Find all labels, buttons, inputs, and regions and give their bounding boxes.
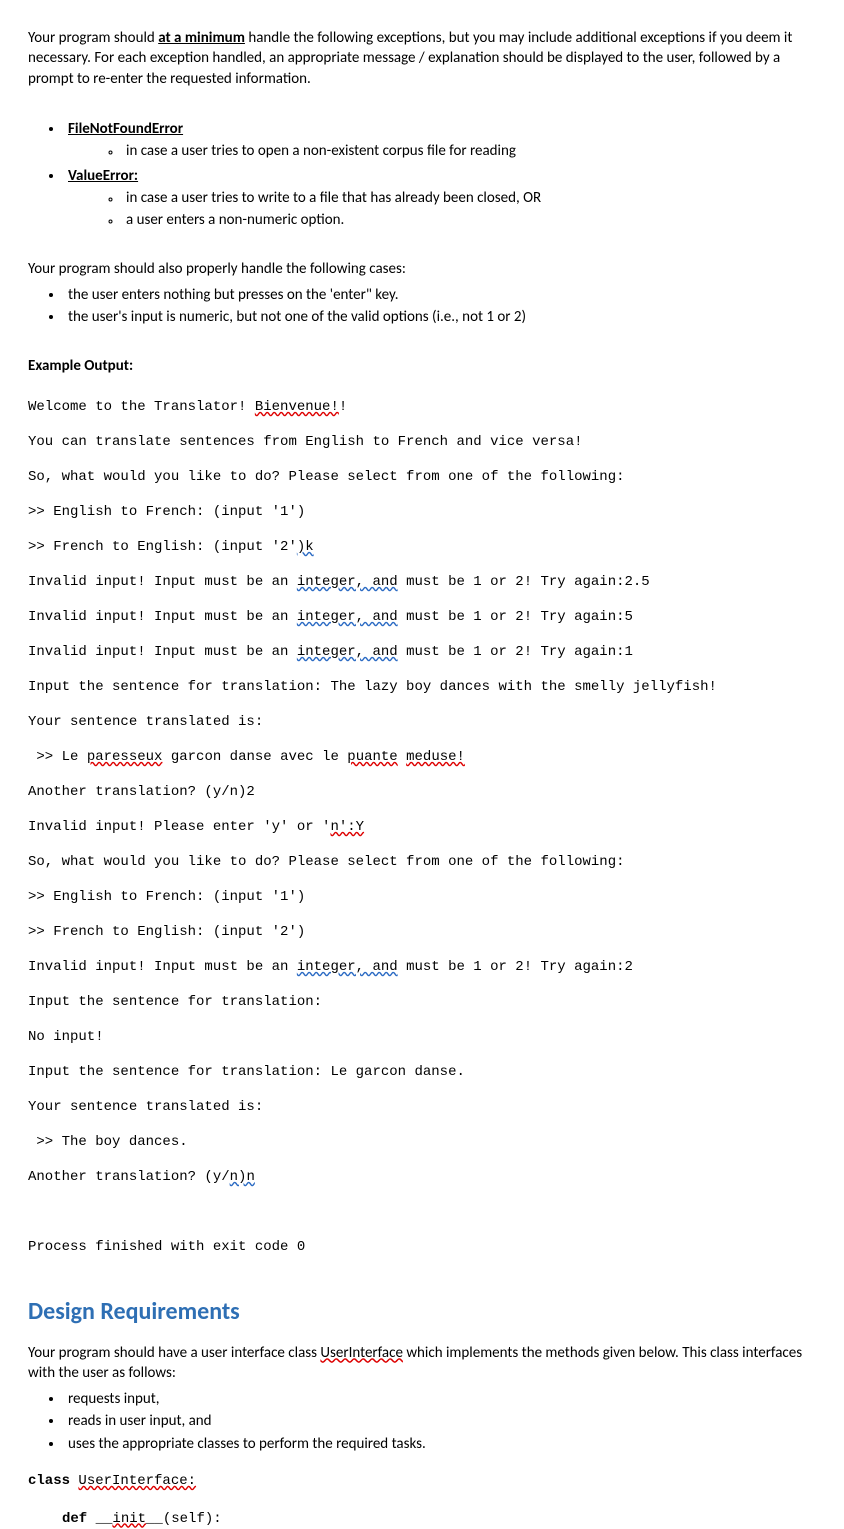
code-block: class UserInterface: def __init__(self): xyxy=(28,1472,816,1529)
out-gram: )k xyxy=(297,539,314,555)
out-line: Welcome to the Translator! xyxy=(28,399,255,415)
document-page: Your program should at a minimum handle … xyxy=(0,0,844,1529)
sub-list: in case a user tries to open a non-exist… xyxy=(68,141,816,161)
handle-lead: Your program should also properly handle… xyxy=(28,259,816,279)
exception-list: FileNotFoundError in case a user tries t… xyxy=(28,119,816,230)
out-line: >> French to English: (input '2' xyxy=(28,539,297,555)
code-classname: UserInterface: xyxy=(78,1473,196,1489)
list-item: the user's input is numeric, but not one… xyxy=(64,307,816,327)
code-line-class: class UserInterface: xyxy=(28,1472,816,1491)
handle-list: the user enters nothing but presses on t… xyxy=(28,285,816,328)
out-line: No input! xyxy=(28,1029,104,1045)
out-line: So, what would you like to do? Please se… xyxy=(28,854,625,870)
sub-list: in case a user tries to write to a file … xyxy=(68,188,816,231)
out-line xyxy=(398,749,406,765)
list-item-text: uses the appropriate classes to perform … xyxy=(68,1435,426,1453)
out-line: must be 1 or 2! Try again:2 xyxy=(398,959,633,975)
intro-paragraph: Your program should at a minimum handle … xyxy=(28,28,816,89)
list-item: in case a user tries to open a non-exist… xyxy=(122,141,816,161)
design-text-pre: Your program should have a user interfac… xyxy=(28,1344,320,1362)
list-item: in case a user tries to write to a file … xyxy=(122,188,816,208)
out-line: Another translation? (y/ xyxy=(28,1169,230,1185)
list-item-text: in case a user tries to write to a file … xyxy=(126,189,541,207)
list-item-text: in case a user tries to open a non-exist… xyxy=(126,142,516,160)
out-line: Invalid input! Input must be an xyxy=(28,609,297,625)
out-gram: integer, and xyxy=(297,644,398,660)
list-item: a user enters a non-numeric option. xyxy=(122,210,816,230)
out-line: Invalid input! Input must be an xyxy=(28,574,297,590)
code-line-def: def __init__(self): xyxy=(28,1510,816,1529)
list-item-text: the user enters nothing but presses on t… xyxy=(68,286,399,304)
list-item: requests input, xyxy=(64,1389,816,1409)
intro-text-pre: Your program should xyxy=(28,29,158,47)
list-item: ValueError: in case a user tries to writ… xyxy=(64,166,816,231)
code-underscore: __ xyxy=(96,1511,113,1527)
out-gram: n)n xyxy=(230,1169,255,1185)
out-line: Invalid input! Input must be an xyxy=(28,644,297,660)
keyword-def: def xyxy=(62,1511,96,1527)
out-line: Process finished with exit code 0 xyxy=(28,1239,305,1255)
example-output-block: Welcome to the Translator! Bienvenue!! Y… xyxy=(28,382,816,1275)
out-line: ! xyxy=(339,399,347,415)
design-list: requests input, reads in user input, and… xyxy=(28,1389,816,1454)
code-init: init xyxy=(112,1511,146,1527)
out-line: >> English to French: (input '1') xyxy=(28,504,305,520)
list-item-text: the user's input is numeric, but not one… xyxy=(68,308,526,326)
example-output-label: Example Output: xyxy=(28,356,816,376)
out-line: >> English to French: (input '1') xyxy=(28,889,305,905)
list-item: FileNotFoundError in case a user tries t… xyxy=(64,119,816,162)
out-line: Input the sentence for translation: Le g… xyxy=(28,1064,465,1080)
list-item: uses the appropriate classes to perform … xyxy=(64,1434,816,1454)
out-line: garcon danse avec le xyxy=(162,749,347,765)
list-item: the user enters nothing but presses on t… xyxy=(64,285,816,305)
exception-name-filenotfound: FileNotFoundError xyxy=(68,120,183,138)
code-params: (self): xyxy=(163,1511,222,1527)
out-line: must be 1 or 2! Try again:1 xyxy=(398,644,633,660)
out-line: Input the sentence for translation: The … xyxy=(28,679,717,695)
out-spell: n':Y xyxy=(330,819,364,835)
out-gram: integer, and xyxy=(297,959,398,975)
out-gram: integer, and xyxy=(297,574,398,590)
list-item: reads in user input, and xyxy=(64,1411,816,1431)
out-spell: Bienvenue! xyxy=(255,399,339,415)
out-gram: integer, and xyxy=(297,609,398,625)
out-line: must be 1 or 2! Try again:5 xyxy=(398,609,633,625)
out-spell: paresseux xyxy=(87,749,163,765)
out-line: Your sentence translated is: xyxy=(28,714,263,730)
design-paragraph: Your program should have a user interfac… xyxy=(28,1343,816,1384)
list-item-text: a user enters a non-numeric option. xyxy=(126,211,344,229)
list-item-text: requests input, xyxy=(68,1390,160,1408)
exception-name-valueerror: ValueError: xyxy=(68,167,138,185)
intro-bold-underline: at a minimum xyxy=(158,29,245,47)
out-line: >> Le xyxy=(28,749,87,765)
code-underscore: __ xyxy=(146,1511,163,1527)
list-item-text: reads in user input, and xyxy=(68,1412,212,1430)
keyword-class: class xyxy=(28,1473,78,1489)
out-line: >> The boy dances. xyxy=(28,1134,188,1150)
out-line: So, what would you like to do? Please se… xyxy=(28,469,625,485)
out-line: Input the sentence for translation: xyxy=(28,994,322,1010)
design-classname: UserInterface xyxy=(320,1344,403,1362)
out-line: Another translation? (y/n)2 xyxy=(28,784,255,800)
out-line: Your sentence translated is: xyxy=(28,1099,263,1115)
out-line: Invalid input! Input must be an xyxy=(28,959,297,975)
out-line: Invalid input! Please enter 'y' or ' xyxy=(28,819,330,835)
out-spell: puante xyxy=(347,749,397,765)
out-spell: meduse! xyxy=(406,749,465,765)
out-line: You can translate sentences from English… xyxy=(28,434,583,450)
out-line: >> French to English: (input '2') xyxy=(28,924,305,940)
design-requirements-heading: Design Requirements xyxy=(28,1296,816,1328)
out-line: must be 1 or 2! Try again:2.5 xyxy=(398,574,650,590)
